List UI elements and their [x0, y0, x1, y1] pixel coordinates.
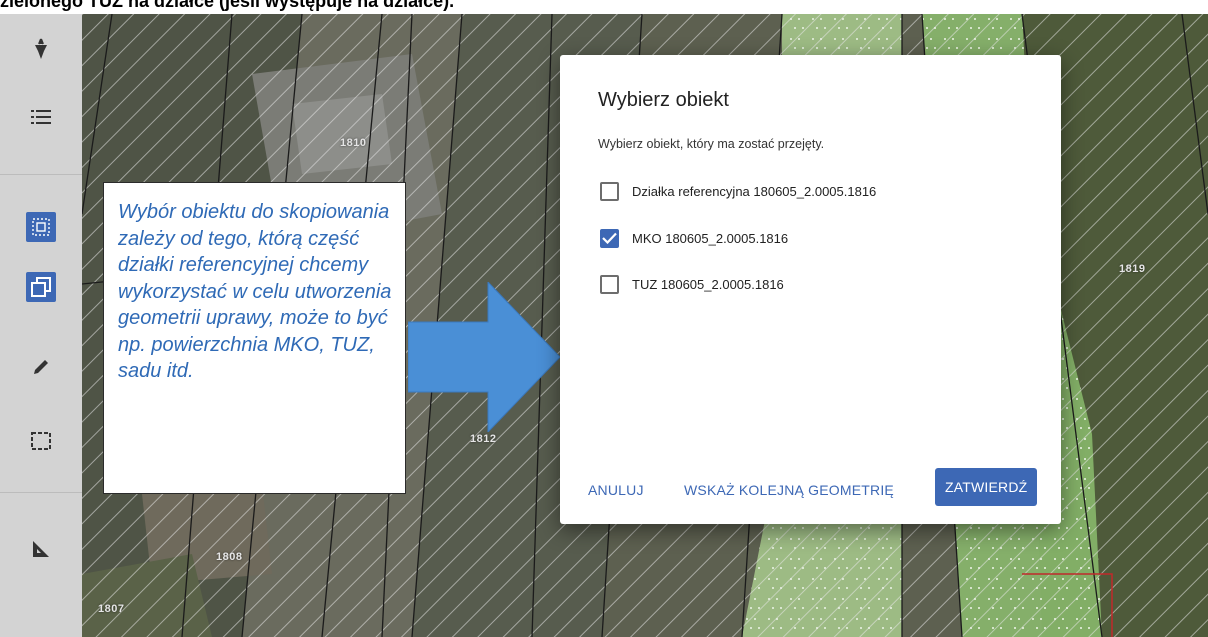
- ruler-triangle-icon[interactable]: [26, 534, 56, 564]
- checkmark-icon: [602, 232, 617, 244]
- dialog-subtitle: Wybierz obiekt, który ma zostać przejęty…: [598, 137, 825, 151]
- arrow-right-icon: [408, 282, 561, 432]
- checkbox[interactable]: [600, 181, 619, 201]
- document-header: zielonego TUZ na działce (jeśli występuj…: [0, 0, 1208, 14]
- option-mko[interactable]: MKO 180605_2.0005.1816: [600, 227, 788, 249]
- annotation-callout: Wybór obiektu do skopiowania zależy od t…: [103, 182, 406, 494]
- toolbar-divider: [0, 174, 82, 175]
- option-tuz[interactable]: TUZ 180605_2.0005.1816: [600, 273, 784, 295]
- left-toolbar: [0, 14, 82, 637]
- parcel-label: 1810: [340, 137, 367, 149]
- document-header-text: zielonego TUZ na działce (jeśli występuj…: [0, 0, 455, 11]
- confirm-button[interactable]: ZATWIERDŹ: [935, 468, 1038, 506]
- checkbox-checked[interactable]: [600, 228, 619, 248]
- dashed-rectangle-icon[interactable]: [26, 426, 56, 456]
- parcel-label: 1812: [470, 433, 497, 445]
- parcel-label: 1807: [98, 603, 125, 615]
- pencil-icon[interactable]: [26, 352, 56, 382]
- option-label: MKO 180605_2.0005.1816: [632, 230, 789, 246]
- toolbar-divider: [0, 492, 82, 493]
- app-window: 1810 1812 1808 1807 1819 Wybór obiektu d…: [0, 14, 1208, 637]
- checkbox[interactable]: [600, 274, 619, 294]
- option-label: Działka referencyjna 180605_2.0005.1816: [632, 183, 877, 199]
- parcel-label: 1808: [216, 551, 243, 563]
- option-label: TUZ 180605_2.0005.1816: [632, 276, 784, 292]
- copy-geometry-icon[interactable]: [26, 272, 56, 302]
- beet-logo-icon: [26, 34, 56, 64]
- parcel-label: 1819: [1119, 263, 1146, 275]
- option-dzialka-referencyjna[interactable]: Działka referencyjna 180605_2.0005.1816: [600, 180, 876, 202]
- select-object-dialog: Wybierz obiekt Wybierz obiekt, który ma …: [560, 55, 1061, 524]
- callout-text: Wybór obiektu do skopiowania zależy od t…: [118, 201, 392, 382]
- next-geometry-button[interactable]: WSKAŻ KOLEJNĄ GEOMETRIĘ: [684, 482, 894, 498]
- dialog-title: Wybierz obiekt: [598, 89, 729, 111]
- cancel-button[interactable]: ANULUJ: [588, 482, 644, 498]
- list-icon[interactable]: [26, 102, 56, 132]
- select-area-icon[interactable]: [26, 212, 56, 242]
